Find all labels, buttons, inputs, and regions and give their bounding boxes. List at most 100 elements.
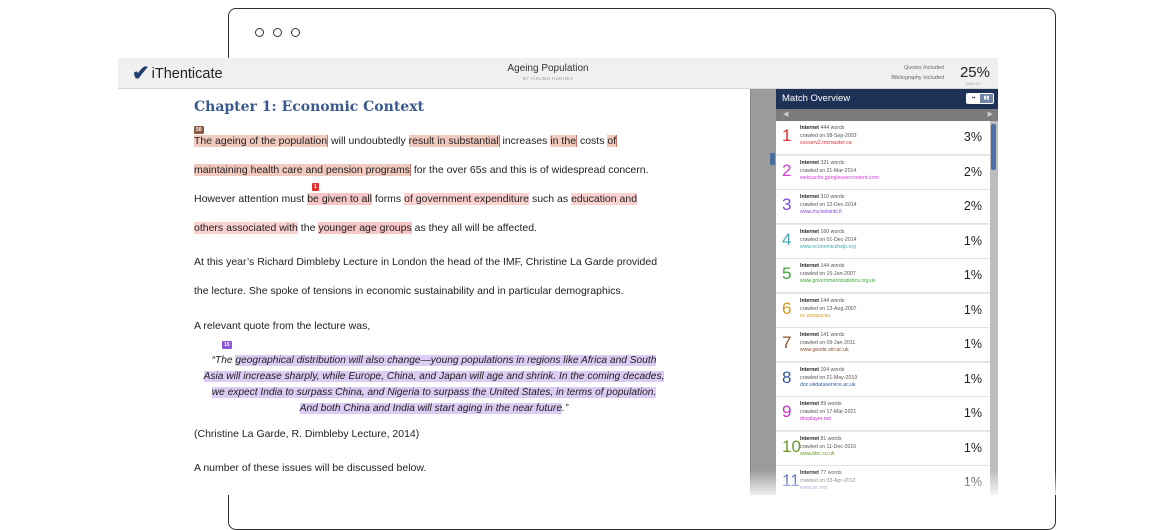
match-row[interactable]: 7 Internet 141 words crawled on 09-Jan-201…: [776, 328, 990, 362]
match-highlight[interactable]: result in substantial: [408, 135, 500, 147]
logo-text: iThenticate: [151, 65, 223, 82]
citation: (Christine La Garde, R. Dimbleby Lecture…: [194, 428, 420, 440]
window-minimize-dot[interactable]: [273, 28, 282, 37]
source-url[interactable]: www.governmentstatistics.org.uk: [800, 278, 876, 284]
list-view-icon[interactable]: ▪▪: [967, 94, 980, 103]
match-number: 1: [782, 126, 792, 145]
text-span: will undoubtedly: [328, 135, 409, 147]
source-type: Internet: [800, 435, 820, 442]
match-row[interactable]: 5 Internet 144 words crawled on 15-Jun-200…: [776, 259, 990, 293]
source-type: Internet: [800, 194, 820, 200]
source-url[interactable]: www.mv.helsinki.fi: [800, 209, 842, 215]
word-count: 141 words: [820, 332, 845, 338]
word-count: 77 words: [820, 470, 842, 476]
word-count: 81 words: [820, 435, 842, 442]
quote-line-3: we expect India to surpass China, and Ni…: [194, 387, 674, 398]
match-percent: 1%: [963, 371, 982, 386]
match-source: Internet 310 words: [800, 194, 844, 200]
match-highlight[interactable]: Asia will increase sharply, while Europe…: [203, 371, 665, 382]
source-url[interactable]: www.geode.stir.ac.uk: [800, 347, 849, 353]
match-number: 6: [782, 298, 792, 318]
source-type: Internet: [800, 366, 820, 373]
match-highlight[interactable]: maintaining health care and pension prog…: [194, 164, 411, 176]
match-row[interactable]: 3 Internet 310 words crawled on 12-Dec-201…: [776, 190, 990, 224]
source-url[interactable]: webcache.googleusercontent.com: [800, 175, 879, 181]
match-highlight[interactable]: be given to all: [307, 193, 373, 205]
match-list-scrollbar[interactable]: [990, 121, 998, 495]
match-row[interactable]: 8 Internet 104 words crawled on 21-May-201…: [776, 362, 990, 397]
source-url[interactable]: doc.ukdataservice.ac.uk: [800, 382, 856, 388]
text-span: However attention must: [194, 193, 308, 205]
document-view[interactable]: Chapter 1: Economic Context 50 The agein…: [118, 89, 750, 495]
filter-settings[interactable]: Quotes Included Bibliography Included: [891, 63, 944, 83]
match-highlight[interactable]: education and: [571, 193, 638, 205]
document-scroll-thumb[interactable]: [770, 153, 775, 165]
paragraph-1-line-1: The ageing of the population will undoub…: [194, 135, 618, 147]
window-controls: [255, 28, 300, 37]
document-scrollbar[interactable]: [750, 89, 777, 495]
match-source: Internet 144 words: [800, 298, 844, 304]
source-type: Internet: [800, 125, 820, 131]
match-badge-15[interactable]: 15: [222, 341, 232, 349]
document-author: BY AISLING HUGHES: [522, 76, 574, 81]
match-highlight[interactable]: of government expenditure: [404, 193, 530, 205]
match-number: 9: [782, 402, 792, 421]
source-url[interactable]: socserv2.mcmaster.ca: [800, 140, 852, 146]
match-number: 7: [782, 333, 792, 352]
match-row[interactable]: 6 Internet 144 words crawled on 13-Aug-200…: [776, 293, 990, 328]
match-highlight[interactable]: of: [607, 135, 618, 147]
crawl-date: crawled on 13-Aug-2007: [800, 305, 857, 312]
window-close-dot[interactable]: [255, 28, 264, 37]
match-list-scroll-thumb[interactable]: [991, 124, 996, 170]
source-url[interactable]: www.bbc.co.uk: [800, 451, 835, 457]
match-percent: 1%: [963, 302, 982, 317]
source-url[interactable]: www.economicshelp.org: [800, 244, 856, 250]
bibliography-filter[interactable]: Bibliography Included: [891, 73, 944, 83]
paragraph-4: A number of these issues will be discuss…: [194, 462, 427, 474]
match-highlight[interactable]: we expect India to surpass China, and Ni…: [211, 387, 657, 398]
match-number: 5: [782, 264, 792, 283]
match-overview-title: Match Overview: [782, 93, 851, 104]
chart-view-icon[interactable]: ▮▮: [980, 94, 993, 103]
word-count: 89 words: [820, 401, 842, 407]
window-zoom-dot[interactable]: [291, 28, 300, 37]
source-url[interactable]: www.un.org: [800, 485, 827, 491]
text-span: as they all will be affected.: [411, 222, 538, 234]
match-row[interactable]: 10 Internet 81 words crawled on 11-Dec-201…: [776, 431, 990, 466]
ithenticate-logo[interactable]: ✔ iThenticate: [132, 63, 223, 84]
match-highlight[interactable]: geographical distribution will also chan…: [235, 355, 657, 366]
source-url[interactable]: ec.europa.eu: [800, 313, 830, 319]
view-toggle[interactable]: ▪▪ ▮▮: [966, 93, 994, 104]
match-percent: 3%: [963, 130, 982, 144]
match-highlight[interactable]: in the: [550, 135, 578, 147]
source-type: Internet: [800, 332, 820, 338]
next-match-icon[interactable]: ▶: [988, 110, 993, 118]
match-highlight[interactable]: others associated with: [194, 222, 298, 234]
match-source: Internet 89 words: [800, 401, 842, 407]
match-highlight[interactable]: The ageing of the population: [194, 135, 329, 147]
source-url[interactable]: docplayer.net: [800, 416, 831, 422]
top-bar: ✔ iThenticate Ageing Population BY AISLI…: [118, 58, 998, 89]
match-source: Internet 144 words: [800, 263, 844, 269]
crawl-date: crawled on 08-Sep-2003: [800, 133, 857, 139]
quotes-filter[interactable]: Quotes Included: [891, 63, 944, 73]
match-row[interactable]: 1 Internet 444 words crawled on 08-Sep-200…: [776, 121, 990, 155]
match-overview-panel: Match Overview ▪▪ ▮▮ ◀ ▶ 1 Internet 444 w…: [776, 89, 998, 495]
match-row[interactable]: 9 Internet 89 words crawled on 17-Mar-2021…: [776, 397, 990, 431]
match-badge-50[interactable]: 50: [194, 126, 204, 134]
text-span: costs: [577, 135, 608, 147]
match-highlight[interactable]: And both China and India will start agin…: [299, 403, 562, 414]
match-badge-1[interactable]: 1: [312, 183, 319, 191]
match-percent: 2%: [963, 164, 982, 179]
match-number: 11: [782, 471, 800, 490]
match-number: 10: [782, 436, 801, 456]
match-percent: 1%: [963, 475, 982, 489]
text-span: “The: [211, 355, 236, 366]
source-type: Internet: [800, 228, 820, 235]
previous-match-icon[interactable]: ◀: [783, 110, 788, 118]
match-row[interactable]: 11 Internet 77 words crawled on 03-Apr-201…: [776, 466, 990, 495]
match-row[interactable]: 4 Internet 160 words crawled on 01-Dec-201…: [776, 224, 990, 259]
quote-line-1: “The geographical distribution will also…: [194, 355, 674, 366]
match-highlight[interactable]: younger age groups: [318, 222, 412, 234]
match-row[interactable]: 2 Internet 321 words crawled on 21-Mar-201…: [776, 155, 990, 190]
